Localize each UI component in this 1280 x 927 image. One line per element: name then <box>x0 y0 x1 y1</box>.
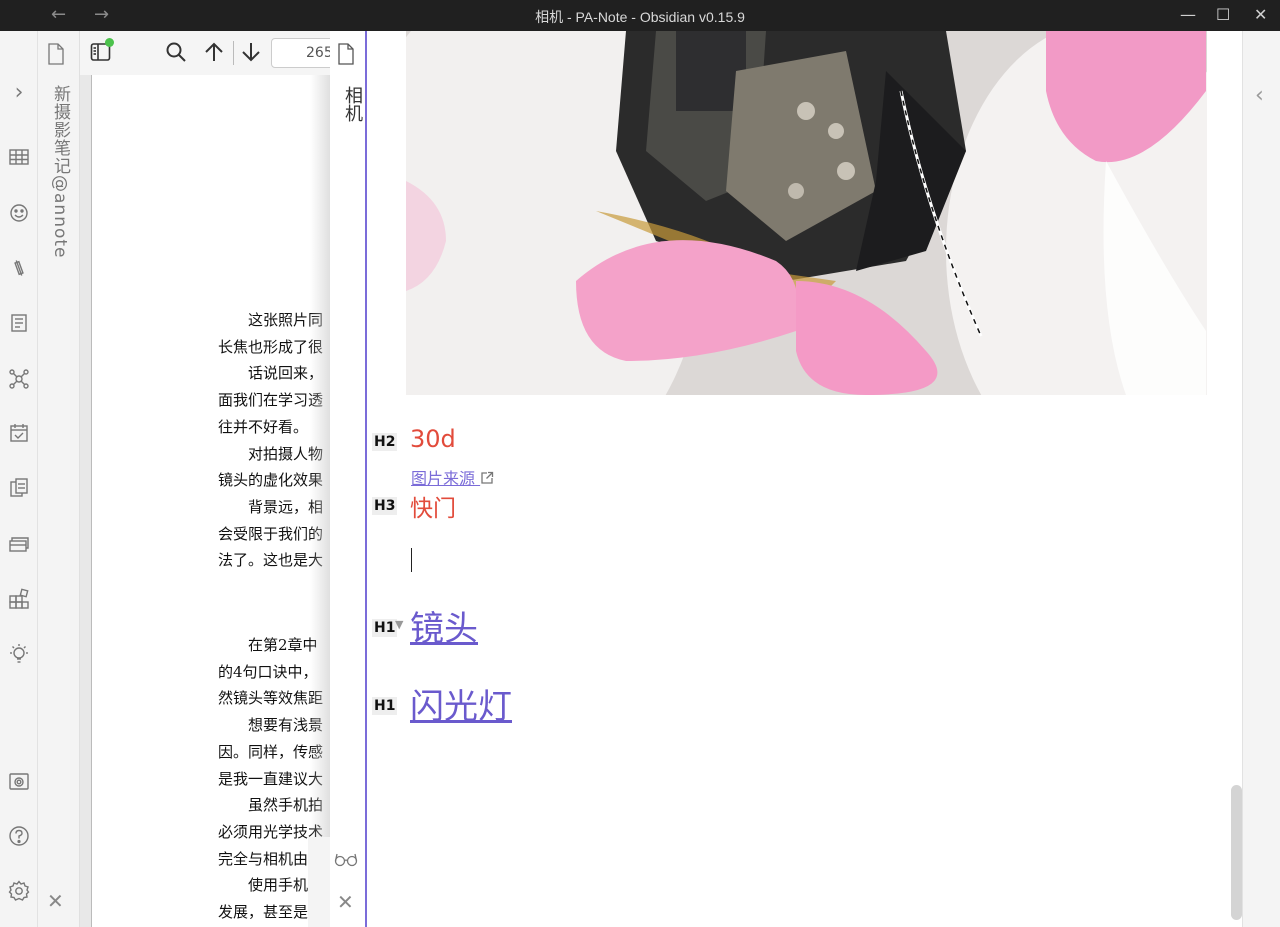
pdf-text-line: 因。同样，传感 <box>218 742 324 761</box>
collapsed-tab-annote[interactable]: 新摄影笔记@annote ✕ <box>38 31 80 927</box>
graph-icon[interactable] <box>7 368 31 392</box>
heading-shutter: 快门 <box>410 496 456 522</box>
pdf-text-line: 长焦也形成了很 <box>218 337 324 356</box>
pdf-text-line: 会受限于我们的 <box>218 524 324 543</box>
heading-lens[interactable]: 镜头 <box>410 601 478 650</box>
left-ribbon: › <box>0 31 38 927</box>
expand-sidebar-icon[interactable]: › <box>7 81 31 105</box>
pdf-text-line: 这张照片同 <box>218 311 324 329</box>
pdf-corner-panel <box>308 837 330 927</box>
text-cursor <box>411 548 412 572</box>
pdf-text-line: 往并不好看。 <box>218 417 309 436</box>
external-link-icon <box>481 471 494 484</box>
close-window-button[interactable]: ✕ <box>1254 5 1267 24</box>
image-source-link[interactable]: 图片来源 <box>411 465 494 489</box>
grid-icon[interactable] <box>7 588 31 612</box>
settings-icon[interactable] <box>7 880 31 904</box>
heading-level-badge: H1 <box>372 697 398 715</box>
file-icon <box>338 43 354 65</box>
pdf-text-line: 面我们在学习透 <box>218 391 324 410</box>
pdf-text-line: 然镜头等效焦距 <box>218 689 324 708</box>
link-icon[interactable] <box>7 258 31 282</box>
pdf-text-line: 虽然手机拍 <box>218 796 324 815</box>
minimize-button[interactable]: — <box>1180 5 1196 24</box>
pdf-text-line: 在第2章中 <box>218 636 318 654</box>
title-bar: ← → 相机 - PA-Note - Obsidian v0.15.9 — ☐ … <box>0 0 1280 31</box>
lightbulb-icon[interactable] <box>7 643 31 667</box>
pdf-text-line: 的4句口诀中， <box>218 662 318 681</box>
camera-icon[interactable] <box>7 771 31 795</box>
file-icon <box>48 43 64 65</box>
note-tab-title: 相机 <box>342 86 363 122</box>
close-tab-icon[interactable]: ✕ <box>47 889 64 913</box>
pdf-text-line: 法了。这也是大 <box>218 551 324 570</box>
note-editor[interactable]: H2 30d 图片来源 H3 快门 H1 ▼ 镜头 H1 闪光灯 <box>369 31 1231 927</box>
pdf-edge-shadow <box>310 75 330 927</box>
heading-level-badge: H1 <box>372 619 398 637</box>
camera-repair-image <box>406 31 1207 395</box>
pdf-viewer: 265 这张照片同 长焦也形成了很 话说回来， 面我们在学习透 往并不好看。 对拍摄人… <box>80 31 330 927</box>
heading-level-badge: H2 <box>372 433 398 451</box>
pdf-text-line: 话说回来， <box>218 364 324 383</box>
note-scrollbar[interactable] <box>1231 785 1242 920</box>
heading-flash[interactable]: 闪光灯 <box>410 679 512 728</box>
copy-icon[interactable] <box>7 478 31 502</box>
template-icon[interactable] <box>7 313 31 337</box>
help-icon[interactable] <box>7 825 31 849</box>
emoji-icon[interactable] <box>7 203 31 227</box>
pdf-text-line: 想要有浅景 <box>218 716 324 735</box>
window-title: 相机 - PA-Note - Obsidian v0.15.9 <box>535 9 745 25</box>
tab-title: 新摄影笔记@annote <box>50 85 70 259</box>
table-icon[interactable] <box>7 148 31 172</box>
glasses-icon[interactable] <box>334 851 358 871</box>
pdf-text-line: 对拍摄人物 <box>218 444 324 463</box>
expand-right-sidebar-icon[interactable]: ‹ <box>1255 83 1264 108</box>
note-tab-strip[interactable]: 相机 ✕ <box>330 31 367 927</box>
layers-icon[interactable] <box>7 533 31 557</box>
right-sidebar: ‹ <box>1242 31 1280 927</box>
close-note-icon[interactable]: ✕ <box>337 890 354 914</box>
heading-30d: 30d <box>410 425 456 453</box>
pdf-text-line: 是我一直建议大 <box>218 769 324 788</box>
calendar-icon[interactable] <box>7 423 31 447</box>
heading-level-badge: H3 <box>372 497 398 515</box>
maximize-button[interactable]: ☐ <box>1216 5 1230 24</box>
collapse-triangle-icon[interactable]: ▼ <box>395 618 403 631</box>
pdf-text-line: 背景远，相 <box>218 497 324 516</box>
pdf-text-line: 镜头的虚化效果 <box>218 471 324 490</box>
